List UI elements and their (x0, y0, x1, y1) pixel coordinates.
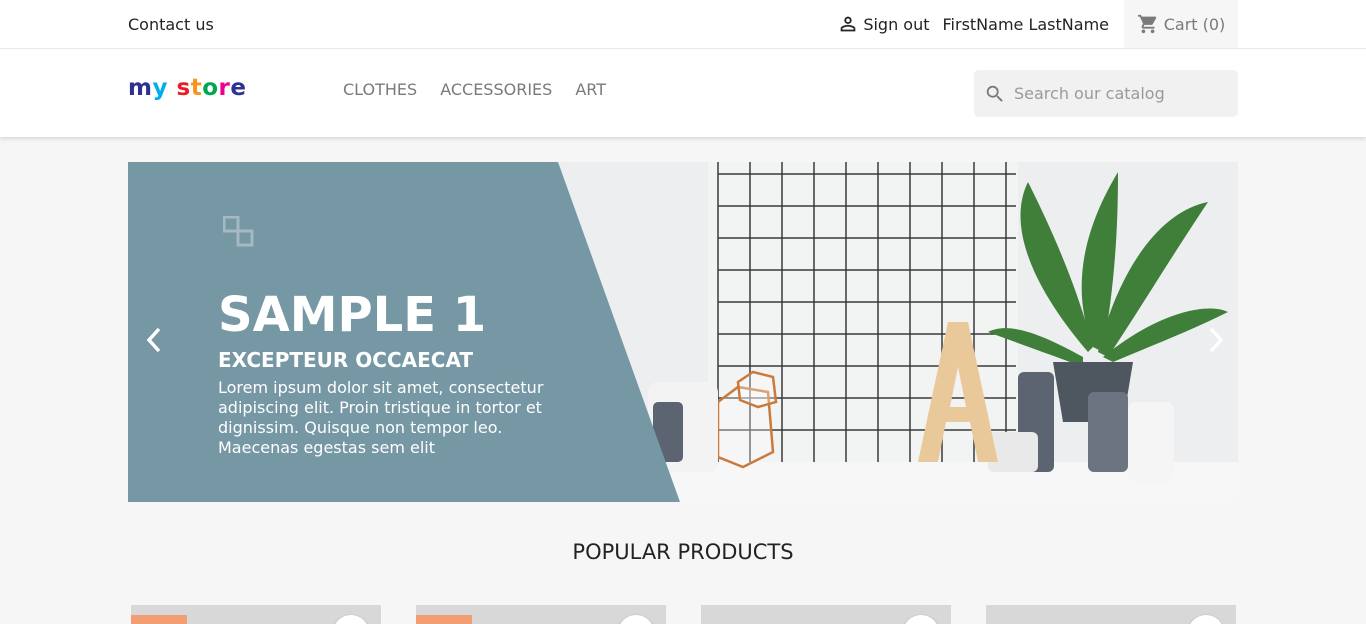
product-card[interactable] (701, 605, 951, 624)
nav-item-accessories[interactable]: ACCESSORIES (440, 80, 552, 99)
search-icon[interactable] (984, 83, 1006, 105)
search-input[interactable] (1014, 84, 1224, 103)
nav-item-clothes[interactable]: CLOTHES (343, 80, 417, 99)
cart-count: (0) (1202, 14, 1226, 34)
discount-badge (131, 615, 187, 624)
wishlist-button[interactable] (903, 615, 939, 624)
logo-letter: y (152, 75, 168, 101)
carousel-next-arrow-icon[interactable] (1204, 326, 1228, 354)
contact-us-link[interactable]: Contact us (128, 15, 214, 34)
wishlist-button[interactable] (618, 615, 654, 624)
sign-out-button[interactable]: Sign out (837, 13, 930, 35)
logo-letter: m (128, 75, 153, 101)
search-box (974, 70, 1238, 117)
logo-letter (168, 75, 177, 101)
account-name-link[interactable]: FirstName LastName (943, 15, 1110, 34)
product-card[interactable] (416, 605, 666, 624)
logo-letter: t (190, 75, 203, 101)
carousel-prev-arrow-icon[interactable] (142, 326, 166, 354)
nav-item-art[interactable]: ART (575, 80, 606, 99)
logo-letter: r (218, 75, 231, 101)
cart-label: Cart (1163, 14, 1198, 34)
top-bar: Contact us Sign out FirstName LastName C… (0, 0, 1366, 49)
main-nav: CLOTHES ACCESSORIES ART (343, 80, 606, 99)
logo-letter: s (176, 75, 191, 101)
logo-letter: e (230, 75, 247, 101)
user-area: Sign out FirstName LastName Cart (0) (837, 0, 1238, 48)
wishlist-button[interactable] (1188, 615, 1224, 624)
slide-title: SAMPLE 1 (218, 287, 487, 343)
product-card[interactable] (131, 605, 381, 624)
slide-description: Lorem ipsum dolor sit amet, consectetur … (218, 378, 544, 457)
popular-products-title: POPULAR PRODUCTS (572, 540, 794, 564)
main-header: my store CLOTHES ACCESSORIES ART (0, 49, 1366, 137)
store-logo[interactable]: my store (128, 75, 246, 101)
logo-letter: o (202, 75, 219, 101)
user-icon (840, 16, 856, 32)
discount-badge (416, 615, 472, 624)
slide-subtitle: EXCEPTEUR OCCAECAT (218, 348, 474, 372)
cart-button[interactable]: Cart (0) (1124, 0, 1238, 48)
shopping-cart-icon (1137, 14, 1157, 34)
sign-out-label: Sign out (863, 14, 930, 34)
wishlist-button[interactable] (333, 615, 369, 624)
hero-carousel: SAMPLE 1 EXCEPTEUR OCCAECAT Lorem ipsum … (128, 162, 1238, 502)
slide-logo-decoration (223, 216, 254, 247)
product-card[interactable] (986, 605, 1236, 624)
